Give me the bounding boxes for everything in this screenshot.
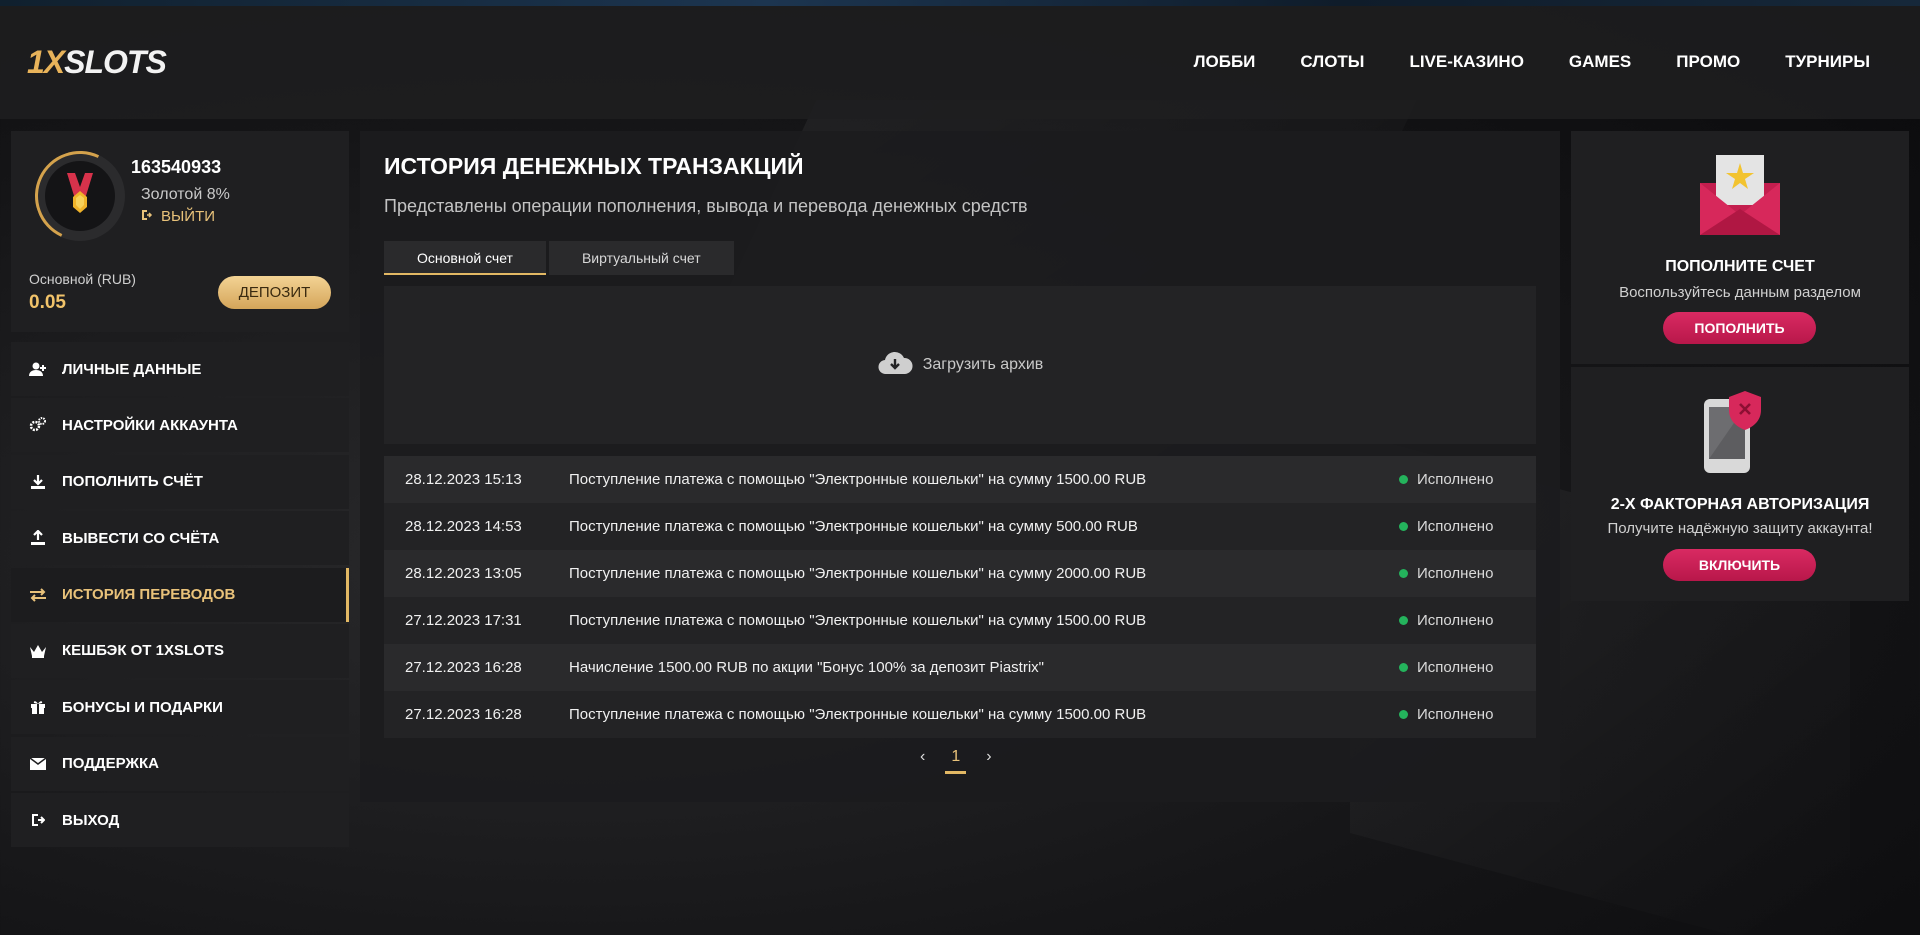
status-badge: Исполнено xyxy=(1399,706,1536,723)
account-label: Основной (RUB) xyxy=(29,271,136,287)
tab-virtual-account[interactable]: Виртуальный счет xyxy=(548,241,734,275)
tx-date: 28.12.2023 13:05 xyxy=(405,565,522,582)
pagination: ‹ 1 › xyxy=(920,748,992,774)
gears-icon xyxy=(28,415,48,435)
tx-description: Поступление платежа с помощью "Электронн… xyxy=(569,471,1147,488)
menu-item-deposit[interactable]: ПОПОЛНИТЬ СЧЁТ xyxy=(11,454,349,509)
menu-item-exit[interactable]: ВЫХОД xyxy=(11,793,349,848)
phone-shield-icon xyxy=(1701,389,1781,480)
site-logo[interactable]: 1X SLOTS xyxy=(27,44,167,81)
loyalty-status: Золотой 8% xyxy=(141,186,230,203)
status-dot-icon xyxy=(1399,710,1408,719)
envelope-icon xyxy=(28,754,48,774)
medal-icon xyxy=(45,161,115,231)
status-badge: Исполнено xyxy=(1399,471,1536,488)
main-nav: ЛОББИ СЛОТЫ LIVE-КАЗИНО GAMES ПРОМО ТУРН… xyxy=(1194,52,1870,72)
status-badge: Исполнено xyxy=(1399,659,1536,676)
tx-description: Поступление платежа с помощью "Электронн… xyxy=(569,706,1147,723)
page-subtitle: Представлены операции пополнения, вывода… xyxy=(384,196,1028,216)
status-dot-icon xyxy=(1399,569,1408,578)
user-plus-icon xyxy=(28,359,48,379)
gift-icon xyxy=(28,697,48,717)
table-row: 27.12.2023 16:28 Начисление 1500.00 RUB … xyxy=(384,644,1536,691)
table-row: 27.12.2023 16:28 Поступление платежа с п… xyxy=(384,691,1536,738)
exit-icon xyxy=(141,208,153,225)
download-icon xyxy=(28,472,48,492)
site-header: 1X SLOTS ЛОББИ СЛОТЫ LIVE-КАЗИНО GAMES П… xyxy=(0,6,1920,119)
tx-date: 28.12.2023 14:53 xyxy=(405,518,522,535)
status-badge: Исполнено xyxy=(1399,612,1536,629)
table-row: 27.12.2023 17:31 Поступление платежа с п… xyxy=(384,597,1536,644)
tx-date: 27.12.2023 17:31 xyxy=(405,612,522,629)
enable-2fa-button[interactable]: ВКЛЮЧИТЬ xyxy=(1663,549,1816,581)
nav-slots[interactable]: СЛОТЫ xyxy=(1300,52,1364,72)
transactions-table: 28.12.2023 15:13 Поступление платежа с п… xyxy=(384,456,1536,738)
menu-item-bonuses[interactable]: БОНУСЫ И ПОДАРКИ xyxy=(11,680,349,735)
nav-live-casino[interactable]: LIVE-КАЗИНО xyxy=(1409,52,1523,72)
account-menu: ЛИЧНЫЕ ДАННЫЕ НАСТРОЙКИ АККАУНТА ПОПОЛНИ… xyxy=(11,342,349,850)
nav-promo[interactable]: ПРОМО xyxy=(1676,52,1740,72)
tx-description: Начисление 1500.00 RUB по акции "Бонус 1… xyxy=(569,659,1044,676)
tab-main-account[interactable]: Основной счет xyxy=(384,241,546,275)
status-dot-icon xyxy=(1399,616,1408,625)
download-archive-button[interactable]: Загрузить архив xyxy=(384,286,1536,444)
nav-games[interactable]: GAMES xyxy=(1569,52,1631,72)
menu-item-withdraw[interactable]: ВЫВЕСТИ СО СЧЁТА xyxy=(11,511,349,566)
status-badge: Исполнено xyxy=(1399,518,1536,535)
next-page-button[interactable]: › xyxy=(986,748,991,774)
nav-lobby[interactable]: ЛОББИ xyxy=(1194,52,1256,72)
tx-date: 28.12.2023 15:13 xyxy=(405,471,522,488)
promo-deposit: ПОПОЛНИТЕ СЧЕТ Воспользуйтесь данным раз… xyxy=(1571,131,1909,364)
upload-icon xyxy=(28,528,48,548)
status-dot-icon xyxy=(1399,522,1408,531)
logout-link[interactable]: ВЫЙТИ xyxy=(141,208,215,225)
tx-description: Поступление платежа с помощью "Электронн… xyxy=(569,518,1138,535)
tx-description: Поступление платежа с помощью "Электронн… xyxy=(569,612,1147,629)
promo-2fa: 2-Х ФАКТОРНАЯ АВТОРИЗАЦИЯ Получите надёж… xyxy=(1571,367,1909,601)
nav-tournaments[interactable]: ТУРНИРЫ xyxy=(1785,52,1870,72)
crown-icon xyxy=(28,641,48,661)
transfer-arrows-icon xyxy=(28,585,48,605)
account-tabs: Основной счет Виртуальный счет xyxy=(384,241,734,275)
promo-deposit-text: Воспользуйтесь данным разделом xyxy=(1619,284,1861,301)
promo-deposit-title: ПОПОЛНИТЕ СЧЕТ xyxy=(1665,258,1815,275)
menu-item-transfer-history[interactable]: ИСТОРИЯ ПЕРЕВОДОВ xyxy=(11,567,349,622)
status-dot-icon xyxy=(1399,475,1408,484)
cloud-download-icon xyxy=(877,350,913,381)
exit-icon xyxy=(28,810,48,830)
avatar xyxy=(22,138,138,254)
promo-2fa-title: 2-Х ФАКТОРНАЯ АВТОРИЗАЦИЯ xyxy=(1610,496,1870,513)
transactions-panel: ИСТОРИЯ ДЕНЕЖНЫХ ТРАНЗАКЦИЙ Представлены… xyxy=(360,131,1560,802)
tx-date: 27.12.2023 16:28 xyxy=(405,659,522,676)
archive-label: Загрузить архив xyxy=(922,356,1044,373)
table-row: 28.12.2023 15:13 Поступление платежа с п… xyxy=(384,456,1536,503)
promo-2fa-text: Получите надёжную защиту аккаунта! xyxy=(1607,520,1873,537)
page-1-button[interactable]: 1 xyxy=(945,748,967,774)
status-dot-icon xyxy=(1399,663,1408,672)
envelope-star-icon xyxy=(1697,153,1783,244)
tx-description: Поступление платежа с помощью "Электронн… xyxy=(569,565,1147,582)
status-badge: Исполнено xyxy=(1399,565,1536,582)
menu-item-account-settings[interactable]: НАСТРОЙКИ АККАУНТА xyxy=(11,398,349,453)
prev-page-button[interactable]: ‹ xyxy=(920,748,925,774)
replenish-button[interactable]: ПОПОЛНИТЬ xyxy=(1663,312,1816,344)
deposit-button[interactable]: ДЕПОЗИТ xyxy=(218,276,331,309)
table-row: 28.12.2023 14:53 Поступление платежа с п… xyxy=(384,503,1536,550)
user-id: 163540933 xyxy=(131,157,222,177)
account-balance: 0.05 xyxy=(29,292,66,313)
table-row: 28.12.2023 13:05 Поступление платежа с п… xyxy=(384,550,1536,597)
page-title: ИСТОРИЯ ДЕНЕЖНЫХ ТРАНЗАКЦИЙ xyxy=(384,153,804,179)
tx-date: 27.12.2023 16:28 xyxy=(405,706,522,723)
menu-item-support[interactable]: ПОДДЕРЖКА xyxy=(11,736,349,791)
menu-item-cashback[interactable]: КЕШБЭК ОТ 1XSLOTS xyxy=(11,623,349,678)
menu-item-personal-data[interactable]: ЛИЧНЫЕ ДАННЫЕ xyxy=(11,342,349,396)
